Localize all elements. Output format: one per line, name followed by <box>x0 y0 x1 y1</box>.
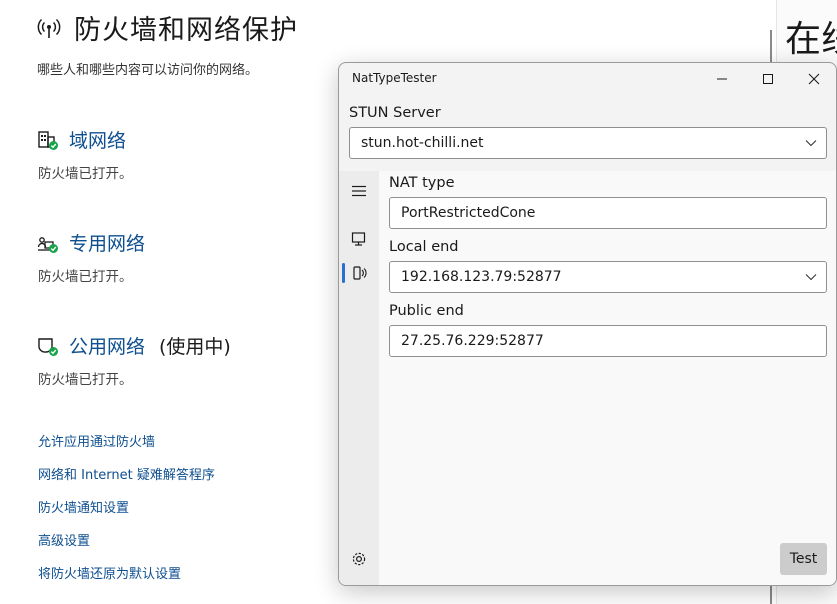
stun-server-label: STUN Server <box>349 105 441 121</box>
local-end-combobox[interactable]: 192.168.123.79:52877 <box>389 261 827 293</box>
window-title: NatTypeTester <box>352 71 437 85</box>
selection-indicator <box>342 263 345 283</box>
page-header: 防火墙和网络保护 <box>36 8 298 47</box>
in-use-label: (使用中) <box>159 336 231 358</box>
chevron-down-icon <box>805 274 817 281</box>
public-network-section: 公用网络 (使用中) 防火墙已打开。 <box>37 332 231 388</box>
restore-defaults-link[interactable]: 将防火墙还原为默认设置 <box>38 566 215 599</box>
nav-item-rfc5780[interactable] <box>347 261 371 285</box>
allow-app-link[interactable]: 允许应用通过防火墙 <box>38 434 215 467</box>
nat-type-field[interactable]: PortRestrictedCone <box>389 197 827 229</box>
close-button[interactable] <box>791 63 836 95</box>
private-network-icon <box>37 236 58 253</box>
right-pane-title: 在线 <box>785 19 837 60</box>
content-area: NAT type PortRestrictedCone Local end 19… <box>379 171 836 585</box>
advanced-settings-link[interactable]: 高级设置 <box>38 533 215 566</box>
domain-network-link[interactable]: 域网络 <box>69 126 126 153</box>
public-network-status: 防火墙已打开。 <box>38 372 133 388</box>
minimize-button[interactable] <box>699 63 745 95</box>
troubleshooter-link[interactable]: 网络和 Internet 疑难解答程序 <box>38 467 215 500</box>
test-button[interactable]: Test <box>780 543 827 575</box>
stun-server-value: stun.hot-chilli.net <box>361 135 484 151</box>
firewall-links: 允许应用通过防火墙 网络和 Internet 疑难解答程序 防火墙通知设置 高级… <box>38 434 215 599</box>
nat-type-label: NAT type <box>389 175 455 191</box>
wireless-antenna-icon <box>37 18 61 38</box>
chevron-down-icon <box>805 140 817 147</box>
private-network-status: 防火墙已打开。 <box>38 269 133 285</box>
nattypetester-window: NatTypeTester STUN Server stun.hot-chill… <box>338 62 837 586</box>
private-network-link[interactable]: 专用网络 <box>69 229 145 256</box>
stun-server-combobox[interactable]: stun.hot-chilli.net <box>349 127 827 159</box>
hamburger-icon <box>352 185 366 197</box>
local-end-label: Local end <box>389 239 459 255</box>
public-network-icon <box>38 337 58 356</box>
menu-button[interactable] <box>347 179 371 203</box>
public-network-link[interactable]: 公用网络 <box>69 332 145 359</box>
close-icon <box>808 73 820 85</box>
minimize-icon <box>717 78 727 80</box>
title-bar[interactable]: NatTypeTester <box>339 63 836 95</box>
public-end-label: Public end <box>389 303 464 319</box>
navigation-pane <box>339 171 379 585</box>
page-title: 防火墙和网络保护 <box>74 15 298 46</box>
public-end-field[interactable]: 27.25.76.229:52877 <box>389 325 827 357</box>
domain-network-section: 域网络 防火墙已打开。 <box>37 126 133 182</box>
public-end-value: 27.25.76.229:52877 <box>401 333 544 349</box>
domain-network-icon <box>38 130 58 150</box>
antenna-device-icon <box>353 266 367 280</box>
maximize-button[interactable] <box>745 63 791 95</box>
maximize-icon <box>763 74 773 84</box>
settings-button[interactable] <box>347 547 371 571</box>
gear-icon <box>352 552 366 566</box>
domain-network-status: 防火墙已打开。 <box>38 166 133 182</box>
local-end-value: 192.168.123.79:52877 <box>401 269 562 285</box>
nat-type-value: PortRestrictedCone <box>401 205 536 221</box>
nav-item-rfc3489[interactable] <box>347 227 371 251</box>
monitor-icon <box>351 232 366 246</box>
private-network-section: 专用网络 防火墙已打开。 <box>37 229 145 285</box>
notification-settings-link[interactable]: 防火墙通知设置 <box>38 500 215 533</box>
page-subtitle: 哪些人和哪些内容可以访问你的网络。 <box>37 63 259 78</box>
